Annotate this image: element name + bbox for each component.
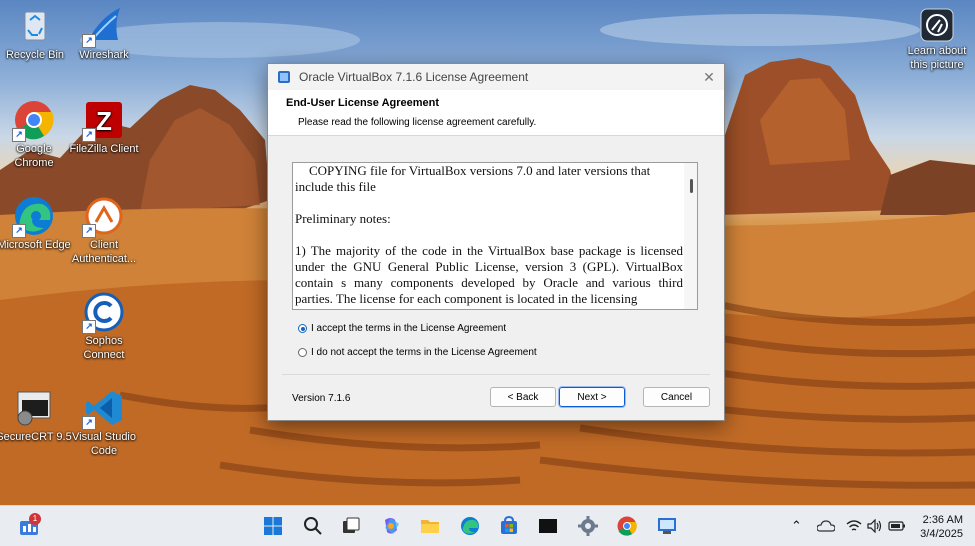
recycle-bin-icon — [15, 6, 55, 46]
shortcut-arrow-icon: ↗ — [82, 416, 96, 430]
license-text-box[interactable]: COPYING file for VirtualBox versions 7.0… — [292, 162, 698, 310]
edge-icon: ↗ — [12, 196, 54, 238]
filezilla-icon: Z ↗ — [82, 100, 124, 142]
shortcut-arrow-icon: ↗ — [12, 128, 26, 142]
dialog-titlebar[interactable]: Oracle VirtualBox 7.1.6 License Agreemen… — [268, 64, 724, 90]
decline-radio-option[interactable]: I do not accept the terms in the License… — [298, 347, 537, 358]
svg-text:Z: Z — [96, 106, 112, 136]
clock-date: 3/4/2025 — [920, 528, 963, 540]
license-dialog: Oracle VirtualBox 7.1.6 License Agreemen… — [267, 63, 725, 421]
learn-about-label: Learn about this picture — [907, 45, 967, 71]
securecrt-icon — [14, 388, 54, 428]
volume-icon[interactable] — [867, 518, 883, 536]
shortcut-arrow-icon: ↗ — [82, 34, 96, 48]
virtualbox-icon — [278, 71, 290, 83]
wireshark-icon: ↗ — [82, 6, 124, 48]
desktop-icon-label: SecureCRT 9.5 — [0, 431, 72, 443]
desktop-icon-label: Wireshark — [79, 49, 129, 61]
desktop-icon-label: Microsoft Edge — [0, 239, 71, 251]
header-title: End-User License Agreement — [286, 97, 440, 109]
version-label: Version 7.1.6 — [292, 393, 351, 404]
desktop-icon-label: Visual Studio Code — [71, 431, 136, 457]
onedrive-icon[interactable] — [816, 520, 836, 535]
desktop-icon-microsoft-edge[interactable]: ↗ Microsoft Edge — [0, 196, 72, 252]
camera-icon — [920, 8, 954, 42]
chrome-icon: ↗ — [12, 100, 54, 142]
license-paragraph: 1) The majority of the code in the Virtu… — [295, 243, 683, 306]
terminal-icon[interactable] — [538, 516, 558, 536]
desktop-icon-sophos-connect[interactable]: ↗ Sophos Connect — [66, 292, 142, 362]
desktop-icon-label: Sophos Connect — [83, 335, 125, 361]
license-paragraph: COPYING file for VirtualBox versions 7.0… — [295, 163, 651, 194]
widgets-badge: 1 — [29, 513, 41, 525]
shortcut-arrow-icon: ↗ — [82, 320, 96, 334]
battery-icon[interactable] — [888, 519, 906, 536]
accept-radio[interactable] — [298, 324, 307, 333]
taskbar: 1 ⌃ 2:36 AM 3/4/2025 — [0, 505, 975, 546]
desktop-icon-securecrt[interactable]: SecureCRT 9.5 — [0, 388, 72, 444]
license-scrollbar[interactable] — [684, 163, 697, 309]
shortcut-arrow-icon: ↗ — [82, 224, 96, 238]
footer-divider — [282, 374, 710, 375]
task-view-icon[interactable] — [341, 516, 361, 536]
virtualbox-icon[interactable] — [657, 516, 677, 536]
desktop-icon-vscode[interactable]: ↗ Visual Studio Code — [66, 388, 142, 458]
desktop-icon-recycle-bin[interactable]: Recycle Bin — [0, 6, 73, 62]
show-hidden-icons[interactable]: ⌃ — [791, 518, 802, 534]
dialog-header: End-User License Agreement Please read t… — [268, 90, 724, 136]
clock[interactable]: 2:36 AM 3/4/2025 — [919, 513, 963, 541]
copilot-icon[interactable] — [381, 516, 401, 536]
next-button[interactable]: Next > — [558, 386, 626, 408]
header-subtitle: Please read the following license agreem… — [298, 117, 537, 128]
shortcut-arrow-icon: ↗ — [12, 224, 26, 238]
settings-icon[interactable] — [578, 516, 598, 536]
learn-about-picture[interactable]: Learn about this picture — [899, 8, 975, 72]
cancel-button[interactable]: Cancel — [643, 387, 710, 407]
close-icon[interactable]: ✕ — [694, 69, 724, 86]
desktop-icon-client-authenticator[interactable]: ↗ Client Authenticat... — [66, 196, 142, 266]
store-icon[interactable] — [499, 515, 519, 536]
desktop-icon-google-chrome[interactable]: ↗ Google Chrome — [0, 100, 72, 170]
license-paragraph: Preliminary notes: — [295, 211, 391, 226]
sophos-connect-icon: ↗ — [82, 292, 124, 334]
start-icon[interactable] — [263, 516, 283, 536]
dialog-title: Oracle VirtualBox 7.1.6 License Agreemen… — [299, 70, 529, 84]
file-explorer-icon[interactable] — [420, 516, 440, 536]
back-button[interactable]: < Back — [490, 387, 556, 407]
decline-radio-label: I do not accept the terms in the License… — [311, 347, 537, 358]
decline-radio[interactable] — [298, 348, 307, 357]
desktop-icon-label: FileZilla Client — [69, 143, 139, 155]
search-icon[interactable] — [303, 516, 323, 536]
desktop-icon-wireshark[interactable]: ↗ Wireshark — [66, 6, 142, 62]
scrollbar-thumb[interactable] — [690, 179, 693, 193]
clock-time: 2:36 AM — [922, 514, 963, 526]
shortcut-arrow-icon: ↗ — [82, 128, 96, 142]
vscode-icon: ↗ — [82, 388, 124, 430]
desktop-icon-label: Google Chrome — [14, 143, 54, 169]
desktop-icon-label: Recycle Bin — [5, 49, 65, 61]
desktop-icon-label: Client Authenticat... — [71, 239, 137, 265]
accept-radio-option[interactable]: I accept the terms in the License Agreem… — [298, 323, 506, 334]
desktop-icon-filezilla[interactable]: Z ↗ FileZilla Client — [66, 100, 142, 156]
chrome-icon[interactable] — [617, 516, 637, 536]
widgets-icon[interactable]: 1 — [19, 513, 41, 537]
edge-icon[interactable] — [460, 516, 480, 536]
wifi-icon[interactable] — [846, 519, 862, 536]
accept-radio-label: I accept the terms in the License Agreem… — [311, 323, 507, 334]
client-authenticator-icon: ↗ — [82, 196, 124, 238]
license-text: COPYING file for VirtualBox versions 7.0… — [295, 163, 683, 309]
